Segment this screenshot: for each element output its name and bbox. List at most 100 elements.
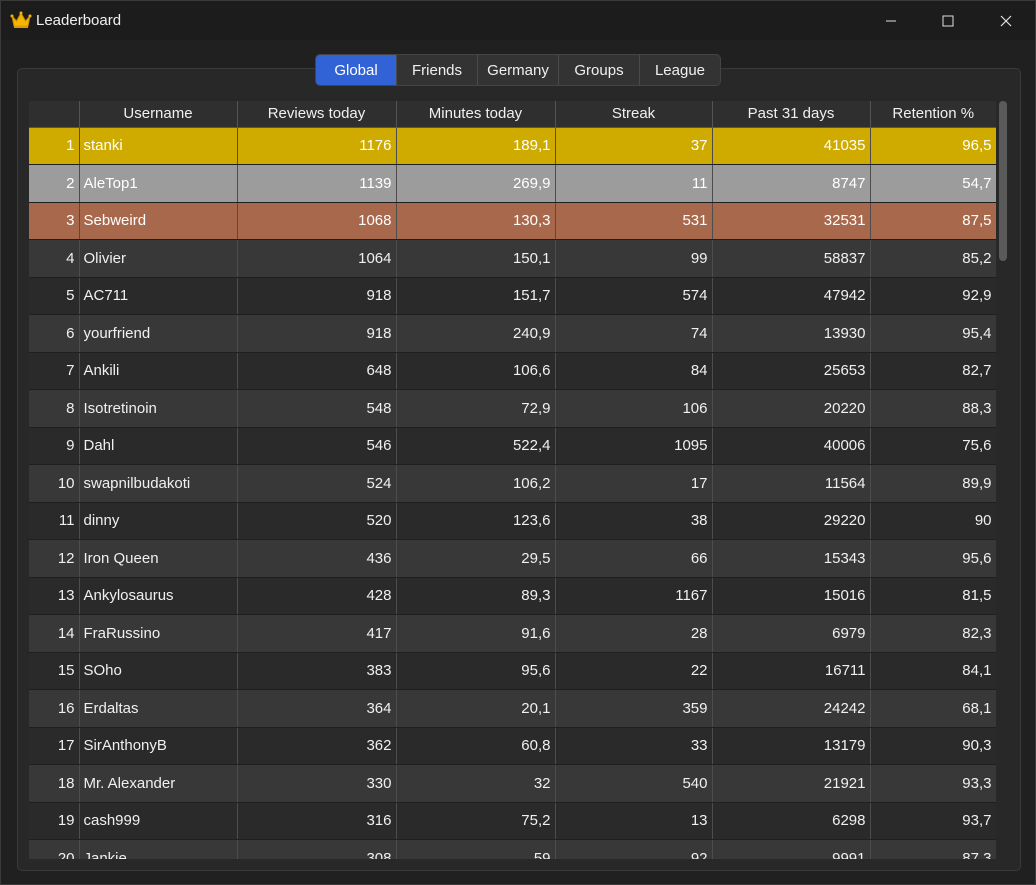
cell-retention: 92,9	[870, 277, 996, 315]
cell-username: Isotretinoin	[79, 389, 238, 428]
table-row[interactable]: 17 SirAnthonyB 362 60,8 33 13179 90,3	[29, 727, 996, 765]
tab-global[interactable]: Global	[316, 55, 397, 85]
cell-username: SirAnthonyB	[79, 727, 238, 765]
cell-streak: 28	[555, 614, 713, 653]
cell-streak: 1095	[555, 427, 713, 465]
table-row[interactable]: 13 Ankylosaurus 428 89,3 1167 15016 81,5	[29, 577, 996, 615]
cell-username: Olivier	[79, 239, 238, 278]
column-header-username[interactable]: Username	[79, 101, 238, 128]
cell-rank: 11	[29, 502, 80, 540]
column-header-reviews-today[interactable]: Reviews today	[237, 101, 397, 128]
cell-rank: 17	[29, 727, 80, 765]
table-row[interactable]: 4 Olivier 1064 150,1 99 58837 85,2	[29, 239, 996, 278]
cell-streak: 17	[555, 464, 713, 503]
cell-streak: 22	[555, 652, 713, 690]
column-header-streak[interactable]: Streak	[555, 101, 713, 128]
minimize-button[interactable]	[862, 1, 920, 40]
cell-retention: 90	[870, 502, 996, 540]
cell-username: swapnilbudakoti	[79, 464, 238, 503]
minimize-icon	[886, 20, 896, 21]
tab-bar: Global Friends Germany Groups League	[315, 54, 721, 86]
title-bar[interactable]: Leaderboard	[1, 1, 1035, 40]
cell-username: SOho	[79, 652, 238, 690]
table-row[interactable]: 19 cash999 316 75,2 13 6298 93,7	[29, 802, 996, 840]
cell-minutes-today: 75,2	[396, 802, 556, 840]
table-row[interactable]: 5 AC711 918 151,7 574 47942 92,9	[29, 277, 996, 315]
cell-username: Ankylosaurus	[79, 577, 238, 615]
cell-past-31-days: 32531	[712, 202, 871, 240]
cell-streak: 66	[555, 539, 713, 578]
column-header-past-31-days[interactable]: Past 31 days	[712, 101, 871, 128]
cell-streak: 33	[555, 727, 713, 765]
cell-streak: 38	[555, 502, 713, 540]
table-row[interactable]: 1 stanki 1176 189,1 37 41035 96,5	[29, 127, 996, 165]
cell-streak: 540	[555, 764, 713, 803]
cell-streak: 106	[555, 389, 713, 428]
table-row[interactable]: 8 Isotretinoin 548 72,9 106 20220 88,3	[29, 389, 996, 428]
tab-league[interactable]: League	[640, 55, 720, 85]
cell-rank: 4	[29, 239, 80, 278]
cell-reviews-today: 1176	[237, 127, 397, 165]
cell-past-31-days: 16711	[712, 652, 871, 690]
cell-reviews-today: 1064	[237, 239, 397, 278]
cell-past-31-days: 21921	[712, 764, 871, 803]
cell-reviews-today: 546	[237, 427, 397, 465]
cell-reviews-today: 316	[237, 802, 397, 840]
cell-streak: 531	[555, 202, 713, 240]
cell-retention: 87,5	[870, 202, 996, 240]
cell-retention: 87,3	[870, 839, 996, 859]
cell-reviews-today: 520	[237, 502, 397, 540]
table-row[interactable]: 3 Sebweird 1068 130,3 531 32531 87,5	[29, 202, 996, 240]
table-row[interactable]: 20 Jankie 308 59 92 9991 87,3	[29, 839, 996, 859]
cell-minutes-today: 130,3	[396, 202, 556, 240]
cell-rank: 19	[29, 802, 80, 840]
table-row[interactable]: 15 SOho 383 95,6 22 16711 84,1	[29, 652, 996, 690]
crown-icon	[10, 11, 32, 28]
table-row[interactable]: 12 Iron Queen 436 29,5 66 15343 95,6	[29, 539, 996, 578]
cell-streak: 74	[555, 314, 713, 353]
table-row[interactable]: 6 yourfriend 918 240,9 74 13930 95,4	[29, 314, 996, 353]
cell-past-31-days: 8747	[712, 164, 871, 203]
cell-rank: 16	[29, 689, 80, 728]
maximize-icon	[942, 15, 954, 26]
cell-minutes-today: 106,2	[396, 464, 556, 503]
cell-minutes-today: 106,6	[396, 352, 556, 390]
maximize-button[interactable]	[919, 1, 977, 40]
cell-minutes-today: 72,9	[396, 389, 556, 428]
table-row[interactable]: 18 Mr. Alexander 330 32 540 21921 93,3	[29, 764, 996, 803]
cell-past-31-days: 6979	[712, 614, 871, 653]
cell-streak: 13	[555, 802, 713, 840]
cell-minutes-today: 240,9	[396, 314, 556, 353]
table-row[interactable]: 7 Ankili 648 106,6 84 25653 82,7	[29, 352, 996, 390]
column-header-retention[interactable]: Retention %	[870, 101, 996, 128]
cell-rank: 9	[29, 427, 80, 465]
table-row[interactable]: 2 AleTop1 1139 269,9 11 8747 54,7	[29, 164, 996, 203]
cell-minutes-today: 189,1	[396, 127, 556, 165]
column-header-rank[interactable]	[29, 101, 80, 128]
table-row[interactable]: 11 dinny 520 123,6 38 29220 90	[29, 502, 996, 540]
cell-streak: 11	[555, 164, 713, 203]
tab-groups[interactable]: Groups	[559, 55, 640, 85]
cell-reviews-today: 364	[237, 689, 397, 728]
cell-username: yourfriend	[79, 314, 238, 353]
table-row[interactable]: 14 FraRussino 417 91,6 28 6979 82,3	[29, 614, 996, 653]
column-header-minutes-today[interactable]: Minutes today	[396, 101, 556, 128]
cell-streak: 359	[555, 689, 713, 728]
cell-rank: 7	[29, 352, 80, 390]
cell-past-31-days: 9991	[712, 839, 871, 859]
scrollbar-thumb[interactable]	[999, 101, 1007, 261]
table-row[interactable]: 10 swapnilbudakoti 524 106,2 17 11564 89,9	[29, 464, 996, 503]
table-row[interactable]: 16 Erdaltas 364 20,1 359 24242 68,1	[29, 689, 996, 728]
cell-reviews-today: 524	[237, 464, 397, 503]
tab-friends[interactable]: Friends	[397, 55, 478, 85]
cell-past-31-days: 41035	[712, 127, 871, 165]
cell-past-31-days: 25653	[712, 352, 871, 390]
close-button[interactable]	[977, 1, 1035, 40]
cell-rank: 3	[29, 202, 80, 240]
table-row[interactable]: 9 Dahl 546 522,4 1095 40006 75,6	[29, 427, 996, 465]
vertical-scrollbar[interactable]	[998, 101, 1010, 859]
cell-username: stanki	[79, 127, 238, 165]
tab-germany[interactable]: Germany	[478, 55, 559, 85]
cell-retention: 54,7	[870, 164, 996, 203]
cell-username: cash999	[79, 802, 238, 840]
